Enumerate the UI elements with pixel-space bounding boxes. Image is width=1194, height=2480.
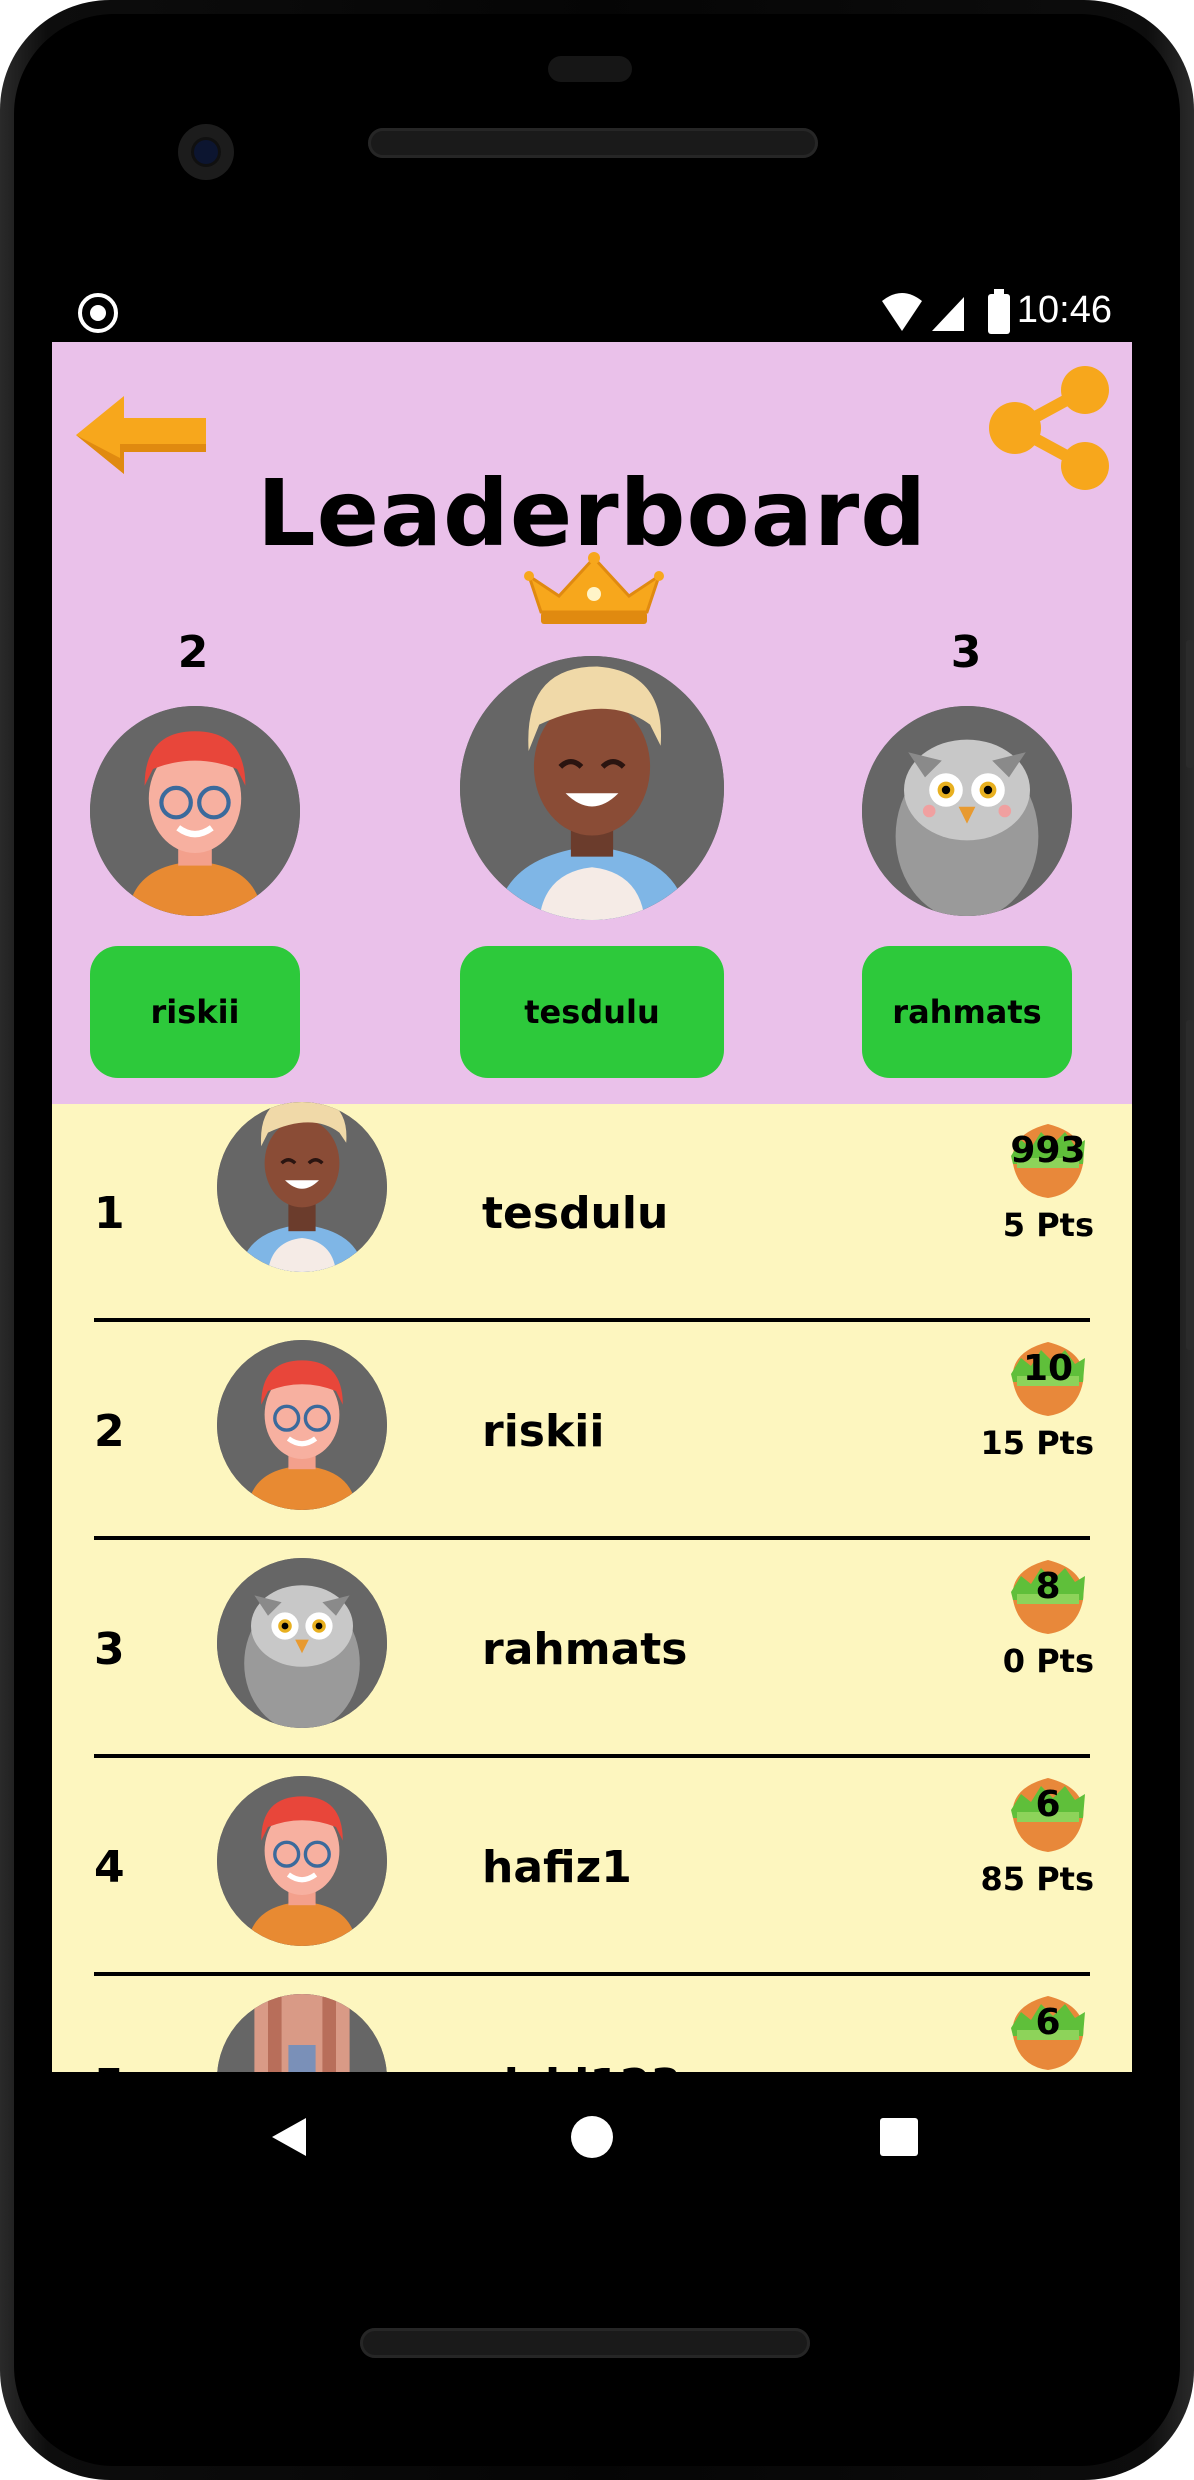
- coat-person-avatar-icon: [217, 1994, 387, 2072]
- volume-button: [1186, 640, 1194, 768]
- podium-rank-third: 3: [950, 627, 982, 678]
- back-nav-icon[interactable]: [266, 2114, 312, 2160]
- list-item[interactable]: 4 hafiz1 6 85 Pts: [52, 1758, 1132, 1976]
- row-avatar: [217, 1776, 387, 1946]
- row-avatar: [217, 1558, 387, 1728]
- podium-name-first[interactable]: tesdulu: [460, 946, 724, 1078]
- app-screen: Leaderboard 2 riskii tesdulu 3 rahmats 1…: [52, 342, 1132, 2072]
- status-time: 10:46: [1016, 289, 1112, 331]
- list-item[interactable]: 1 tesdulu 993 5 Pts: [52, 1102, 1132, 1322]
- blond-dark-skin-avatar-icon: [217, 1102, 387, 1272]
- system-nav-bar: [52, 2072, 1132, 2202]
- row-level: 10: [1022, 1348, 1074, 1389]
- home-nav-icon[interactable]: [569, 2114, 615, 2160]
- row-avatar: [217, 1340, 387, 1510]
- podium-name-third[interactable]: rahmats: [862, 946, 1072, 1078]
- list-item[interactable]: 2 riskii 10 15 Pts: [52, 1322, 1132, 1540]
- owl-avatar-icon: [217, 1558, 387, 1728]
- row-rank: 3: [94, 1623, 125, 1675]
- signal-wifi-icon: [882, 293, 964, 331]
- row-level: 993: [1010, 1130, 1086, 1171]
- podium-rank-second: 2: [177, 627, 209, 678]
- podium-avatar-third[interactable]: [862, 706, 1072, 916]
- row-rank: 1: [94, 1187, 125, 1239]
- earpiece: [548, 56, 632, 82]
- row-rank: 5: [94, 1976, 125, 2073]
- row-points: 85 Pts: [980, 1860, 1094, 1898]
- top-speaker: [368, 128, 818, 158]
- podium-avatar-first[interactable]: [460, 656, 724, 920]
- status-bar: 10:46: [52, 285, 1132, 341]
- bottom-speaker: [360, 2328, 810, 2358]
- row-avatar: [217, 1102, 387, 1272]
- front-camera: [178, 124, 234, 180]
- list-item[interactable]: 3 rahmats 8 0 Pts: [52, 1540, 1132, 1758]
- row-points: 0 Pts: [1002, 1642, 1094, 1680]
- row-rank: 4: [94, 1841, 125, 1893]
- red-hair-glasses-avatar-icon: [217, 1776, 387, 1946]
- podium-name-second[interactable]: riskii: [90, 946, 300, 1078]
- row-level: 6: [1035, 1784, 1061, 1825]
- row-username: rahmats: [482, 1623, 688, 1675]
- power-button: [1186, 1020, 1194, 1350]
- record-indicator-icon: [78, 293, 118, 333]
- red-hair-glasses-avatar-icon: [90, 706, 300, 916]
- row-username: riskii: [482, 1405, 605, 1457]
- blond-dark-skin-avatar-icon: [460, 656, 724, 920]
- row-username: riski123: [482, 1976, 681, 2073]
- row-username: hafiz1: [482, 1841, 632, 1893]
- red-hair-glasses-avatar-icon: [217, 1340, 387, 1510]
- row-points: 5 Pts: [1002, 1206, 1094, 1244]
- leaderboard-header: Leaderboard 2 riskii tesdulu 3 rahmats: [52, 342, 1132, 1104]
- row-avatar: [217, 1994, 387, 2072]
- leaderboard-list: 1 tesdulu 993 5 Pts 2 riskii 10 15 Pts 3…: [52, 1102, 1132, 2072]
- list-item[interactable]: 5 riski123 6: [52, 1976, 1132, 2072]
- owl-avatar-icon: [862, 706, 1072, 916]
- row-level: 8: [1035, 1566, 1061, 1607]
- row-username: tesdulu: [482, 1187, 669, 1239]
- podium-avatar-second[interactable]: [90, 706, 300, 916]
- recents-nav-icon[interactable]: [876, 2114, 922, 2160]
- crown-icon: [524, 552, 664, 624]
- row-points: 15 Pts: [980, 1424, 1094, 1462]
- row-rank: 2: [94, 1405, 125, 1457]
- row-level: 6: [1035, 2002, 1061, 2043]
- battery-icon: [988, 289, 1010, 334]
